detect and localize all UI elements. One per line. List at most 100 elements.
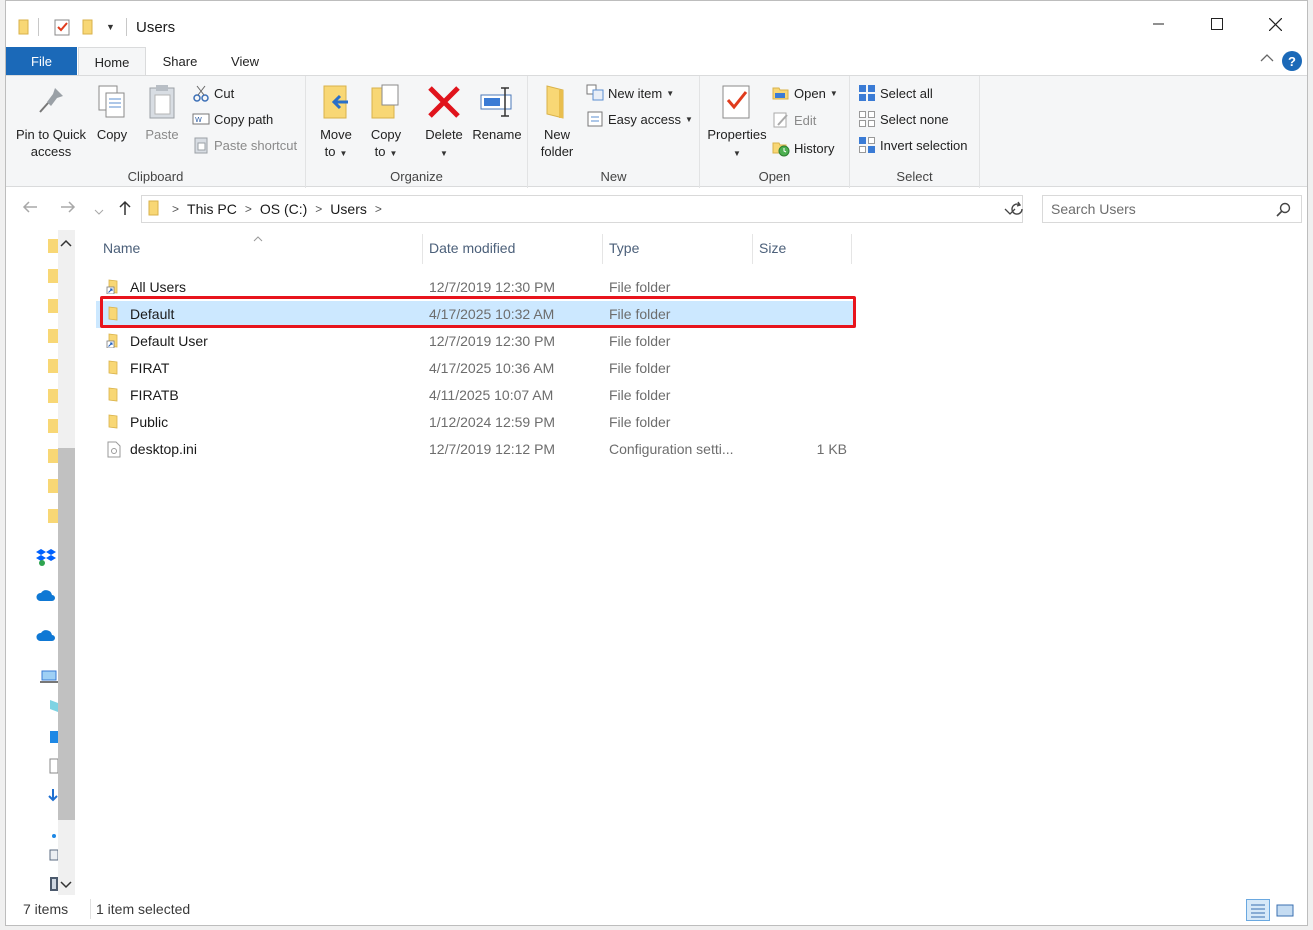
column-header-size[interactable]: Size bbox=[759, 230, 786, 266]
music-icon[interactable] bbox=[50, 828, 58, 843]
copy-to-button[interactable]: Copy to ▼ bbox=[364, 82, 408, 162]
this-pc-icon[interactable] bbox=[40, 670, 58, 687]
navigation-bar: > This PC > OS (C:) > Users > Search Use… bbox=[6, 188, 1307, 230]
nav-folder-icon[interactable] bbox=[48, 299, 58, 313]
onedrive-icon[interactable] bbox=[36, 590, 56, 605]
search-box[interactable]: Search Users bbox=[1042, 195, 1302, 223]
breadcrumb-chevron-icon[interactable]: > bbox=[172, 202, 179, 216]
file-row[interactable]: All Users 12/7/2019 12:30 PM File folder bbox=[96, 274, 856, 301]
folder-icon bbox=[106, 414, 122, 429]
breadcrumb-chevron-icon[interactable]: > bbox=[315, 202, 322, 216]
select-none-button[interactable]: Select none bbox=[858, 108, 949, 130]
details-view-icon[interactable] bbox=[1246, 899, 1270, 921]
status-bar: 7 items 1 item selected bbox=[6, 895, 1307, 925]
customize-quick-access-icon[interactable]: ▼ bbox=[106, 16, 115, 38]
paste-shortcut-icon bbox=[192, 136, 210, 154]
file-row[interactable]: Default User 12/7/2019 12:30 PM File folde… bbox=[96, 328, 856, 355]
edit-button[interactable]: Edit bbox=[772, 109, 816, 131]
folder-icon bbox=[18, 16, 30, 38]
documents-icon[interactable] bbox=[48, 758, 59, 777]
paste-shortcut-button[interactable]: Paste shortcut bbox=[192, 134, 297, 156]
column-header-date-modified[interactable]: Date modified bbox=[429, 230, 515, 266]
breadcrumb-users[interactable]: Users bbox=[330, 201, 367, 217]
nav-folder-icon[interactable] bbox=[48, 269, 58, 283]
delete-button[interactable]: Delete ▼ bbox=[422, 82, 466, 162]
copy-path-button[interactable]: W Copy path bbox=[192, 108, 273, 130]
new-group: New folder New item ▼ Easy access ▼ New bbox=[528, 76, 700, 188]
onedrive-icon[interactable] bbox=[36, 630, 56, 645]
nav-folder-icon[interactable] bbox=[48, 389, 58, 403]
file-explorer-window: ▼ Users File Home Share View ? Pin to Qu… bbox=[5, 0, 1308, 926]
column-header-name[interactable]: Name bbox=[103, 230, 140, 266]
breadcrumb-os-c[interactable]: OS (C:) bbox=[260, 201, 307, 217]
nav-folder-icon[interactable] bbox=[48, 239, 58, 253]
file-row[interactable]: FIRATB 4/11/2025 10:07 AM File folder bbox=[96, 382, 856, 409]
large-icons-view-icon[interactable] bbox=[1273, 899, 1297, 921]
help-button[interactable]: ? bbox=[1282, 51, 1302, 71]
file-row[interactable]: FIRAT 4/17/2025 10:36 AM File folder bbox=[96, 355, 856, 382]
file-row[interactable]: Public 1/12/2024 12:59 PM File folder bbox=[96, 409, 856, 436]
easy-access-button[interactable]: Easy access ▼ bbox=[586, 108, 693, 130]
refresh-icon[interactable] bbox=[1009, 201, 1025, 221]
select-all-button[interactable]: Select all bbox=[858, 82, 933, 104]
nav-scroll-thumb[interactable] bbox=[58, 448, 75, 820]
invert-selection-button[interactable]: Invert selection bbox=[858, 134, 967, 156]
nav-folder-icon[interactable] bbox=[48, 479, 58, 493]
file-name: Public bbox=[130, 414, 169, 430]
new-folder-button[interactable]: New folder bbox=[534, 82, 580, 160]
close-button[interactable] bbox=[1246, 1, 1304, 47]
minimize-button[interactable] bbox=[1130, 1, 1188, 47]
navigation-pane[interactable] bbox=[6, 230, 76, 895]
tab-file[interactable]: File bbox=[6, 47, 77, 75]
edit-label: Edit bbox=[794, 112, 817, 128]
nav-folder-icon[interactable] bbox=[48, 419, 58, 433]
pictures-icon[interactable] bbox=[48, 848, 59, 865]
new-folder-quick-icon[interactable] bbox=[82, 16, 94, 38]
forward-arrow-icon[interactable] bbox=[60, 200, 76, 219]
collapse-ribbon-icon[interactable] bbox=[1260, 51, 1274, 66]
dropbox-icon[interactable] bbox=[36, 548, 56, 569]
file-row[interactable]: desktop.ini 12/7/2019 12:12 PM Configurati… bbox=[96, 436, 856, 463]
properties-quick-icon[interactable] bbox=[54, 16, 71, 38]
breadcrumb-chevron-icon[interactable]: > bbox=[375, 202, 382, 216]
move-to-button[interactable]: Move to ▼ bbox=[314, 82, 358, 162]
breadcrumb-this-pc[interactable]: This PC bbox=[187, 201, 237, 217]
paste-button[interactable]: Paste bbox=[142, 82, 182, 143]
column-header-type[interactable]: Type bbox=[609, 230, 639, 266]
nav-folder-icon[interactable] bbox=[48, 509, 58, 523]
up-arrow-icon[interactable] bbox=[118, 200, 132, 221]
search-icon[interactable] bbox=[1276, 202, 1291, 220]
nav-folder-icon[interactable] bbox=[48, 329, 58, 343]
cut-button[interactable]: Cut bbox=[192, 82, 234, 104]
videos-icon[interactable] bbox=[48, 876, 58, 895]
tab-view[interactable]: View bbox=[216, 47, 274, 75]
maximize-button[interactable] bbox=[1188, 1, 1246, 47]
nav-folder-icon[interactable] bbox=[48, 449, 58, 463]
new-folder-icon bbox=[539, 82, 575, 122]
easy-access-label: Easy access bbox=[608, 111, 681, 127]
file-name: All Users bbox=[130, 279, 187, 295]
nav-folder-icon[interactable] bbox=[48, 359, 58, 373]
recent-locations-icon[interactable] bbox=[94, 203, 104, 221]
breadcrumb-chevron-icon[interactable]: > bbox=[245, 202, 252, 216]
3d-objects-icon[interactable] bbox=[48, 698, 58, 717]
history-button[interactable]: History bbox=[772, 137, 834, 159]
tab-share[interactable]: Share bbox=[152, 47, 208, 75]
rename-button[interactable]: Rename bbox=[472, 82, 522, 143]
pin-icon bbox=[33, 82, 69, 122]
new-item-button[interactable]: New item ▼ bbox=[586, 82, 674, 104]
desktop-icon[interactable] bbox=[48, 730, 58, 747]
address-bar[interactable]: > This PC > OS (C:) > Users > bbox=[141, 195, 1023, 223]
file-row[interactable]: Default 4/17/2025 10:32 AM File folder bbox=[96, 301, 856, 328]
tab-home[interactable]: Home bbox=[78, 47, 146, 76]
properties-button[interactable]: Properties ▼ bbox=[706, 82, 768, 162]
downloads-icon[interactable] bbox=[48, 788, 58, 807]
back-arrow-icon[interactable] bbox=[22, 200, 38, 219]
copy-button[interactable]: Copy bbox=[92, 82, 132, 143]
easy-access-icon bbox=[586, 110, 604, 128]
open-button[interactable]: Open ▼ bbox=[772, 82, 838, 104]
scroll-up-icon[interactable] bbox=[59, 236, 73, 251]
scroll-down-icon[interactable] bbox=[59, 878, 73, 893]
pin-to-quick-access-button[interactable]: Pin to Quick access bbox=[12, 82, 90, 160]
move-label-line1: Move bbox=[320, 127, 352, 142]
